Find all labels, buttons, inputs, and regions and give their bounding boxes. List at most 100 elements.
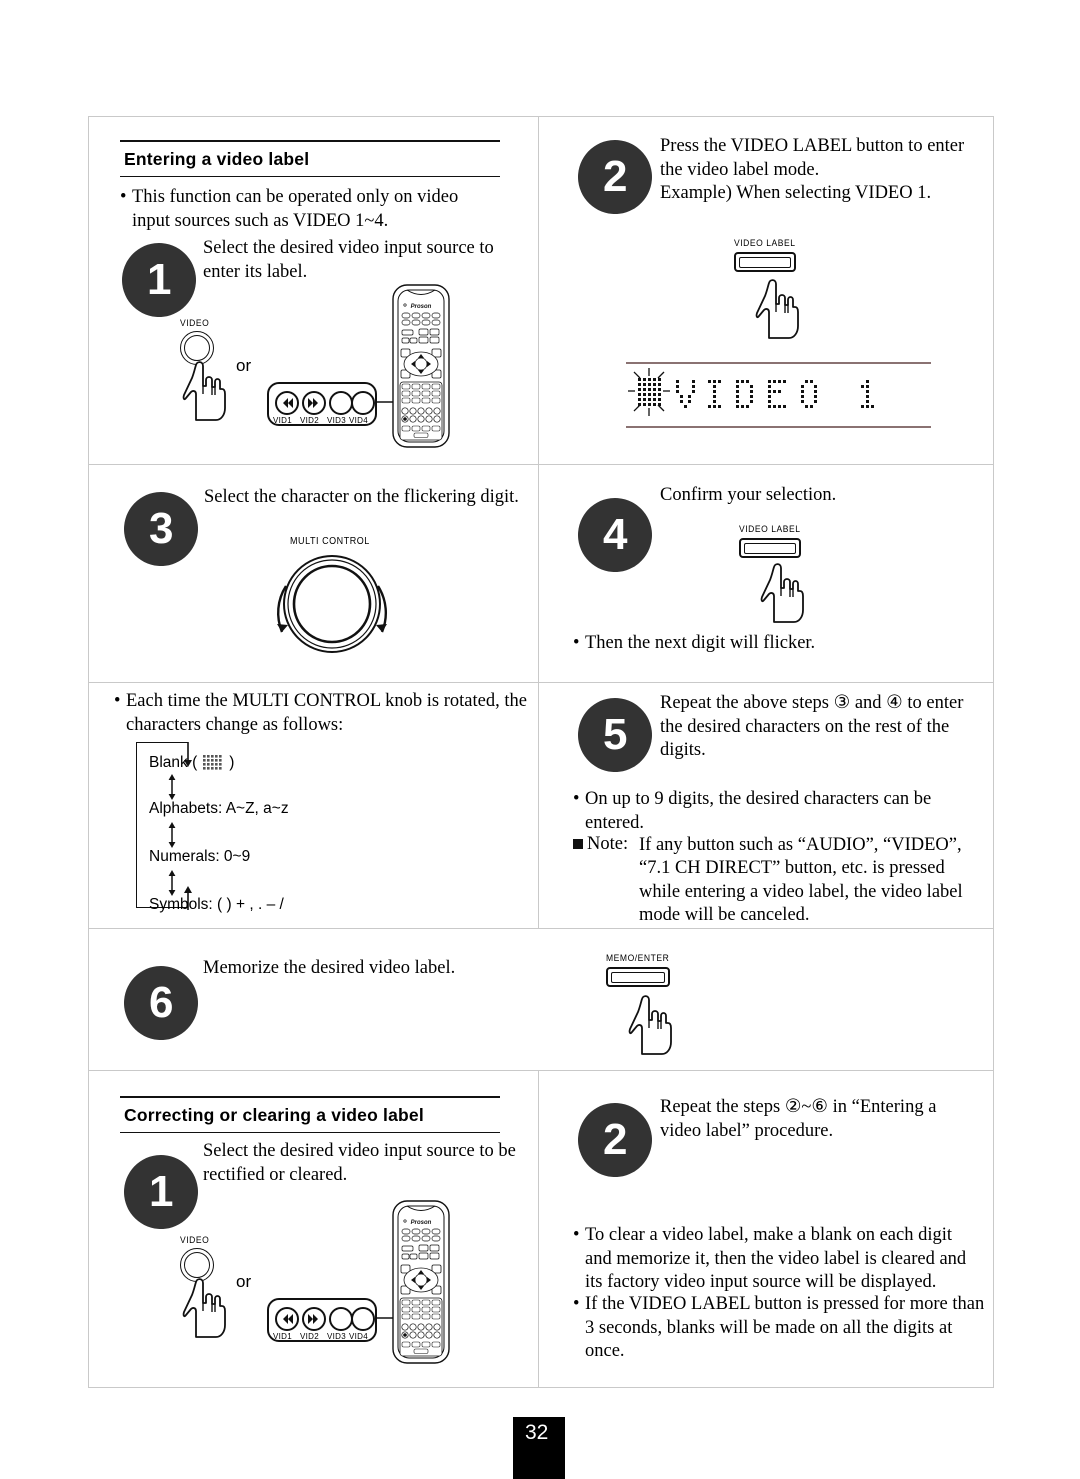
correcting-step-1-text: Select the desired video input source to… [203,1141,516,1185]
correcting-bullet-1: • To clear a video label, make a blank o… [573,1224,983,1295]
vid1-button-2[interactable] [275,1307,299,1331]
step-badge-6-num: 6 [148,978,174,1028]
correcting-bullet-1-text: To clear a video label, make a blank on … [585,1225,967,1292]
display-text-dots [676,380,874,408]
vid2-button-2[interactable] [302,1307,326,1331]
cycle-double-arrow-icon [168,870,176,896]
cycle-item-numerals-label: Numerals: 0~9 [149,848,251,865]
memo-enter-caption: MEMO/ENTER [606,953,670,964]
hand-pointer-icon-3 [760,563,804,623]
heading-rule-top-2 [120,1096,500,1098]
step-badge-5-num: 5 [602,710,628,760]
video-label-caption-2: VIDEO LABEL [739,524,801,535]
step-badge-2-num: 2 [602,152,628,202]
note-body: Note: If any button such as “AUDIO”, “VI… [587,833,978,928]
vid3-button[interactable] [329,391,353,415]
heading-rule-bottom [120,176,500,178]
grid-vline-top [538,116,539,928]
step-4-text: Confirm your selection. [660,485,837,505]
cell-entering-intro: Entering a video label • This function c… [120,140,510,233]
remote-control-illustration-2: Proson [392,1200,450,1364]
bullet-dot: • [573,1294,580,1314]
char-cycle-list: Blank ( ) Alphabets: A~Z, a~z Numerals: … [149,752,439,918]
display-content [626,364,931,426]
cycle-double-arrow-icon [168,774,176,800]
note-label: Note: [587,834,629,854]
cycle-double-arrow-icon [168,822,176,848]
fastforward-icon [308,1314,318,1324]
bullet-dot: • [573,789,580,809]
note-text: If any button such as “AUDIO”, “VIDEO”, … [639,834,963,926]
correcting-bullet-2-text: If the VIDEO LABEL button is pressed for… [585,1294,985,1361]
manual-page: Entering a video label • This function c… [0,0,1080,1479]
page-number: 32 [525,1421,549,1444]
cycle-divider-3 [149,870,439,896]
vid1-button[interactable] [275,391,299,415]
hand-pointer-icon-4 [628,995,672,1055]
vid4-caption: VID4 [349,416,368,425]
knob-cycle-bullet-text: Each time the MULTI CONTROL knob is rota… [126,691,527,735]
heading-rule-bottom-2 [120,1132,500,1134]
fastforward-icon [308,398,318,408]
correcting-step-2-text: Repeat the steps ②~⑥ in “Entering a vide… [660,1097,937,1141]
or-text-1: or [236,356,252,375]
display-dot-matrix [628,368,874,416]
correcting-bullet-2: • If the VIDEO LABEL button is pressed f… [573,1293,985,1364]
bullet-dot: • [573,633,580,653]
step-2-text: Press the VIDEO LABEL button to enter th… [660,136,965,203]
cycle-item-symbols: Symbols: ( ) + , . – / [149,896,439,918]
cycle-divider-1 [149,774,439,800]
step-1-text: Select the desired video input source to… [203,238,494,282]
grid-hline-3 [88,928,994,929]
step-badge-4-num: 4 [602,510,628,560]
hand-pointer-icon-5 [182,1278,226,1338]
step-5-bullet-text: On up to 9 digits, the desired character… [585,789,932,833]
vid4-button[interactable] [351,391,375,415]
video-label-button-2[interactable] [739,538,801,558]
vid2-button[interactable] [302,391,326,415]
vid3-button-2[interactable] [329,1307,353,1331]
step-badge-c2-num: 2 [602,1115,628,1165]
memo-enter-button[interactable] [606,967,670,987]
memo-enter-button-group: MEMO/ENTER [606,953,676,987]
multi-control-label: MULTI CONTROL [290,536,370,547]
cycle-item-alphabets: Alphabets: A~Z, a~z [149,800,439,822]
step-badge-c1-num: 1 [148,1167,174,1217]
vid4-caption-2: VID4 [349,1332,368,1341]
step-4-note-text: Then the next digit will flicker. [585,633,816,653]
video-label-button-1[interactable] [734,252,796,272]
rewind-icon [283,1314,293,1324]
svg-text:Proson: Proson [411,1220,432,1226]
video-knob-label: VIDEO [180,318,210,329]
cycle-item-blank: Blank ( ) [149,752,439,774]
blank-block-icon [203,755,222,770]
section-heading-entering: Entering a video label [124,149,310,169]
vid-buttons-callout-1: VID1 VID2 VID3 VID4 [267,382,377,426]
knob-cycle-bullet: • Each time the MULTI CONTROL knob is ro… [114,690,529,737]
heading-rule-top [120,140,500,142]
step-5-bullet: • On up to 9 digits, the desired charact… [573,788,973,835]
grid-hline-2 [88,682,994,683]
cycle-item-alphabets-label: Alphabets: A~Z, a~z [149,800,289,817]
vid3-caption-2: VID3 [327,1332,346,1341]
step-3-text: Select the character on the flickering d… [204,487,519,507]
vid1-caption: VID1 [273,416,292,425]
grid-hline-4 [88,1070,994,1071]
grid-vline-bottom [538,1070,539,1388]
bullet-dot: • [573,1225,580,1245]
note-square-icon [573,833,587,928]
bullet-dot: • [120,187,127,208]
cycle-item-numerals: Numerals: 0~9 [149,848,439,870]
grid-hline-1 [88,464,994,465]
cycle-divider-2 [149,822,439,848]
vid4-button-2[interactable] [351,1307,375,1331]
vid2-caption: VID2 [300,416,319,425]
display-rule-bottom [626,426,931,428]
svg-text:Proson: Proson [411,304,432,310]
multi-control-knob[interactable] [268,550,396,658]
fl-display [626,362,931,428]
vid2-caption-2: VID2 [300,1332,319,1341]
vid1-caption-2: VID1 [273,1332,292,1341]
intro-bullet: • This function can be operated only on … [120,186,498,233]
video-label-caption-1: VIDEO LABEL [734,238,796,249]
